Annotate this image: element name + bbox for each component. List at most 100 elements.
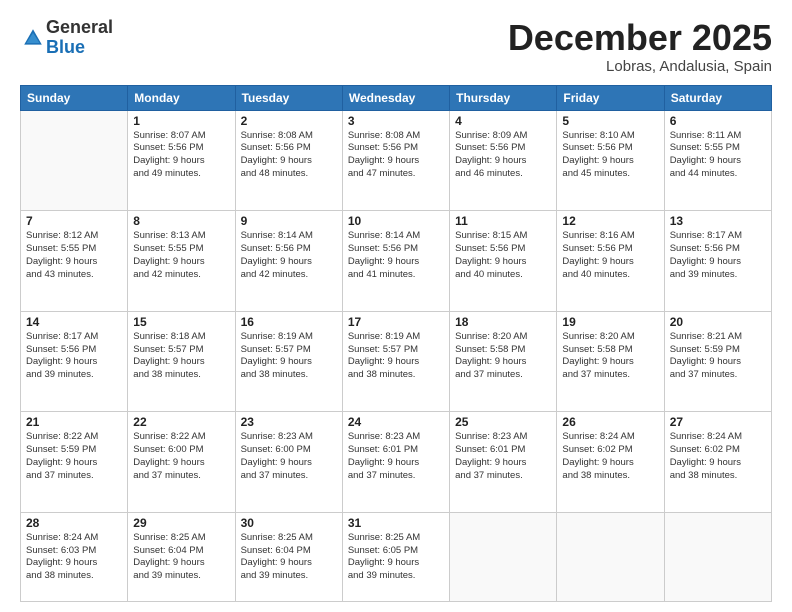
cell-line: Daylight: 9 hours [670,356,766,369]
day-number: 16 [241,315,337,329]
cell-line: and 42 minutes. [133,269,229,282]
cell-line: and 41 minutes. [348,269,444,282]
cell-line: Sunset: 5:56 PM [241,243,337,256]
calendar-cell: 15Sunrise: 8:18 AMSunset: 5:57 PMDayligh… [128,311,235,412]
cell-line: Sunset: 5:55 PM [133,243,229,256]
cell-line: Sunset: 5:56 PM [455,142,551,155]
calendar-cell [664,512,771,601]
logo-general-text: General [46,17,113,37]
calendar-cell: 4Sunrise: 8:09 AMSunset: 5:56 PMDaylight… [450,110,557,211]
calendar-cell: 8Sunrise: 8:13 AMSunset: 5:55 PMDaylight… [128,211,235,312]
cell-line: Daylight: 9 hours [241,155,337,168]
cell-line: Sunset: 5:56 PM [241,142,337,155]
day-number: 22 [133,415,229,429]
cell-line: Daylight: 9 hours [455,155,551,168]
calendar-cell: 31Sunrise: 8:25 AMSunset: 6:05 PMDayligh… [342,512,449,601]
cell-line: Sunset: 6:02 PM [670,444,766,457]
cell-line: Sunset: 5:58 PM [562,344,658,357]
cell-line: Sunrise: 8:08 AM [241,130,337,143]
cell-line: Daylight: 9 hours [26,356,122,369]
calendar-cell: 28Sunrise: 8:24 AMSunset: 6:03 PMDayligh… [21,512,128,601]
cell-line: Sunrise: 8:22 AM [26,431,122,444]
cell-line: Daylight: 9 hours [133,356,229,369]
cell-line: and 39 minutes. [670,269,766,282]
calendar-cell: 3Sunrise: 8:08 AMSunset: 5:56 PMDaylight… [342,110,449,211]
cell-line: Daylight: 9 hours [26,557,122,570]
cell-line: and 39 minutes. [133,570,229,583]
cell-line: Daylight: 9 hours [133,557,229,570]
calendar-cell: 22Sunrise: 8:22 AMSunset: 6:00 PMDayligh… [128,412,235,513]
calendar-cell: 13Sunrise: 8:17 AMSunset: 5:56 PMDayligh… [664,211,771,312]
cell-line: Daylight: 9 hours [133,155,229,168]
cell-line: Daylight: 9 hours [455,256,551,269]
day-number: 10 [348,214,444,228]
calendar-cell: 7Sunrise: 8:12 AMSunset: 5:55 PMDaylight… [21,211,128,312]
cell-line: Sunrise: 8:21 AM [670,331,766,344]
calendar-week-row: 28Sunrise: 8:24 AMSunset: 6:03 PMDayligh… [21,512,772,601]
day-number: 21 [26,415,122,429]
cell-line: Sunrise: 8:14 AM [348,230,444,243]
cell-line: Sunrise: 8:23 AM [348,431,444,444]
cell-line: Sunset: 5:56 PM [348,142,444,155]
cell-line: and 44 minutes. [670,168,766,181]
cell-line: and 40 minutes. [455,269,551,282]
calendar-cell: 21Sunrise: 8:22 AMSunset: 5:59 PMDayligh… [21,412,128,513]
weekday-header-cell: Tuesday [235,85,342,110]
cell-line: and 38 minutes. [562,470,658,483]
cell-line: Daylight: 9 hours [241,256,337,269]
calendar-cell: 12Sunrise: 8:16 AMSunset: 5:56 PMDayligh… [557,211,664,312]
cell-line: and 38 minutes. [670,470,766,483]
cell-line: and 49 minutes. [133,168,229,181]
logo-icon [22,27,44,49]
day-number: 9 [241,214,337,228]
cell-line: and 37 minutes. [26,470,122,483]
cell-line: Sunrise: 8:18 AM [133,331,229,344]
cell-line: Sunset: 6:00 PM [133,444,229,457]
cell-line: Sunrise: 8:23 AM [241,431,337,444]
cell-line: Sunset: 5:59 PM [670,344,766,357]
cell-line: and 42 minutes. [241,269,337,282]
cell-line: Sunrise: 8:23 AM [455,431,551,444]
cell-line: Daylight: 9 hours [348,256,444,269]
cell-line: Sunset: 6:02 PM [562,444,658,457]
cell-line: Daylight: 9 hours [562,256,658,269]
cell-line: Sunset: 5:57 PM [348,344,444,357]
cell-line: Sunrise: 8:24 AM [562,431,658,444]
calendar-cell: 20Sunrise: 8:21 AMSunset: 5:59 PMDayligh… [664,311,771,412]
cell-line: Sunrise: 8:16 AM [562,230,658,243]
cell-line: Sunset: 6:03 PM [26,545,122,558]
cell-line: Sunrise: 8:15 AM [455,230,551,243]
logo: General Blue [20,18,113,58]
cell-line: Daylight: 9 hours [562,356,658,369]
day-number: 12 [562,214,658,228]
day-number: 25 [455,415,551,429]
day-number: 8 [133,214,229,228]
calendar-cell [450,512,557,601]
cell-line: Sunset: 6:04 PM [241,545,337,558]
cell-line: Sunrise: 8:24 AM [670,431,766,444]
day-number: 23 [241,415,337,429]
calendar-week-row: 7Sunrise: 8:12 AMSunset: 5:55 PMDaylight… [21,211,772,312]
cell-line: and 48 minutes. [241,168,337,181]
day-number: 5 [562,114,658,128]
cell-line: Sunrise: 8:24 AM [26,532,122,545]
cell-line: Sunrise: 8:07 AM [133,130,229,143]
logo-blue-text: Blue [46,37,85,57]
day-number: 26 [562,415,658,429]
calendar-cell: 14Sunrise: 8:17 AMSunset: 5:56 PMDayligh… [21,311,128,412]
cell-line: Sunrise: 8:20 AM [562,331,658,344]
month-title: December 2025 [508,18,772,58]
day-number: 7 [26,214,122,228]
day-number: 31 [348,516,444,530]
cell-line: and 37 minutes. [455,369,551,382]
cell-line: Daylight: 9 hours [241,457,337,470]
cell-line: Sunset: 5:56 PM [670,243,766,256]
cell-line: Sunset: 5:57 PM [241,344,337,357]
cell-line: and 38 minutes. [348,369,444,382]
cell-line: Sunset: 5:56 PM [455,243,551,256]
cell-line: and 37 minutes. [562,369,658,382]
cell-line: Sunrise: 8:25 AM [133,532,229,545]
cell-line: and 46 minutes. [455,168,551,181]
calendar-body: 1Sunrise: 8:07 AMSunset: 5:56 PMDaylight… [21,110,772,601]
cell-line: Daylight: 9 hours [562,155,658,168]
